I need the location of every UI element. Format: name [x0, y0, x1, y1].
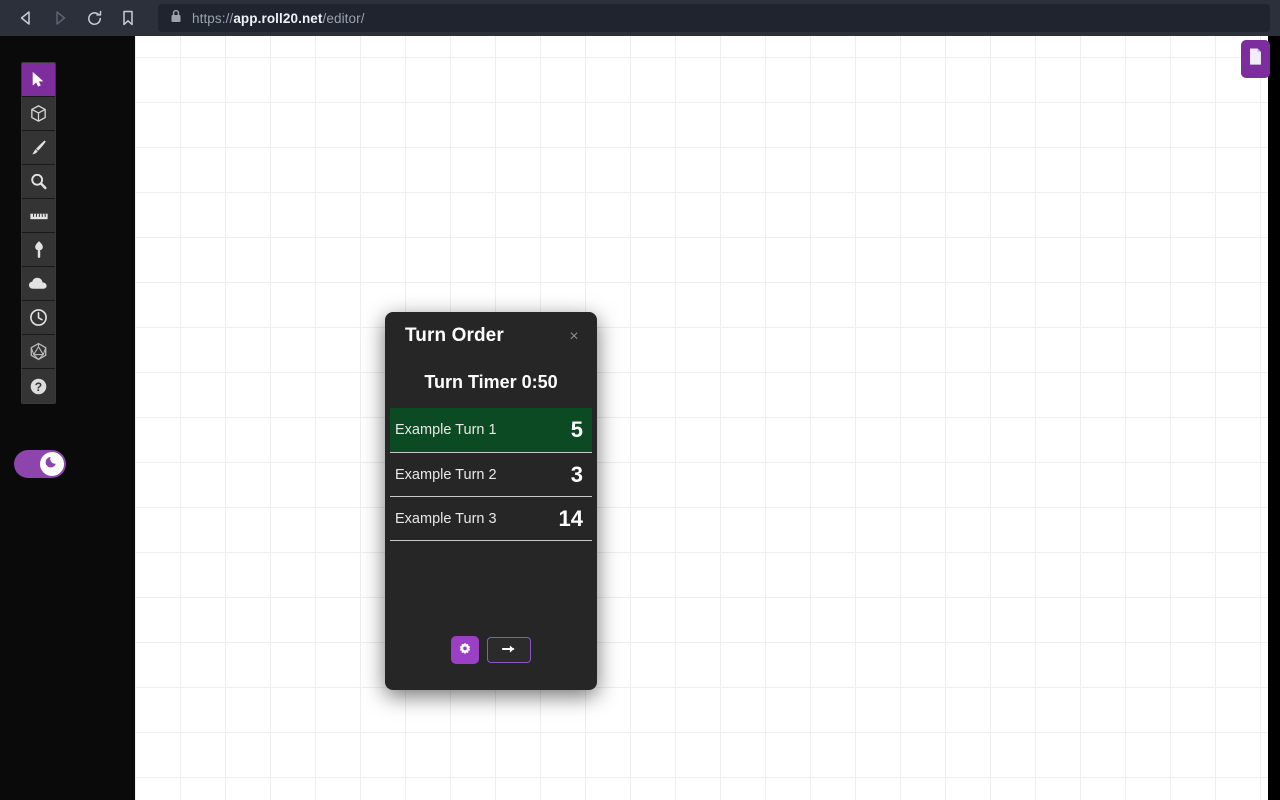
forward-arrow-icon — [51, 9, 69, 27]
app-viewport: ? Turn Order × Turn Timer 0:50 Example T… — [0, 36, 1280, 800]
arrow-right-icon — [501, 643, 517, 658]
cursor-arrow-icon — [30, 71, 47, 88]
dialog-titlebar[interactable]: Turn Order × — [385, 312, 597, 360]
ruler-icon — [29, 209, 49, 223]
sidebar-item-help[interactable]: ? — [22, 369, 55, 403]
svg-text:?: ? — [35, 379, 42, 393]
dark-mode-toggle[interactable] — [14, 450, 66, 478]
dialog-title: Turn Order — [405, 325, 504, 346]
cloud-icon — [28, 276, 49, 291]
browser-bookmark-button[interactable] — [112, 3, 144, 33]
turn-order-list: Example Turn 1 5 Example Turn 2 3 Exampl… — [390, 408, 592, 541]
turn-timer-label: Turn Timer 0:50 — [424, 371, 558, 392]
paintbrush-icon — [29, 138, 48, 157]
bookmark-icon — [119, 9, 137, 27]
moon-icon — [45, 454, 60, 474]
right-gutter — [1268, 36, 1280, 800]
sidebar-item-lighting[interactable] — [22, 233, 55, 267]
sidebar-item-dice[interactable] — [22, 335, 55, 369]
url-host: app.roll20.net — [233, 10, 323, 26]
dialog-footer — [385, 636, 597, 664]
url-bar[interactable]: https://app.roll20.net/editor/ — [158, 4, 1270, 32]
turn-initiative-value[interactable]: 14 — [559, 506, 589, 532]
map-canvas-grid[interactable] — [135, 36, 1268, 800]
url-scheme: https:// — [192, 10, 234, 26]
torch-icon — [31, 240, 47, 259]
sidebar-item-fog-of-war[interactable] — [22, 267, 55, 301]
left-sidebar: ? — [0, 36, 135, 800]
reload-icon — [85, 9, 104, 28]
close-icon[interactable]: × — [563, 326, 585, 348]
question-mark-icon: ? — [29, 377, 48, 396]
table-row[interactable]: Example Turn 3 14 — [390, 496, 592, 540]
turn-name: Example Turn 1 — [395, 422, 497, 438]
url-text: https://app.roll20.net/editor/ — [192, 11, 365, 26]
sidebar-item-zoom[interactable] — [22, 165, 55, 199]
page-document-icon — [1248, 47, 1263, 71]
turn-name: Example Turn 2 — [395, 466, 497, 483]
tool-palette: ? — [21, 62, 56, 404]
cube-icon — [29, 104, 48, 123]
turn-initiative-value[interactable]: 3 — [571, 462, 589, 488]
turn-initiative-value[interactable]: 5 — [571, 417, 589, 443]
url-path: /editor/ — [322, 10, 365, 26]
gear-icon — [458, 642, 472, 659]
browser-forward-button[interactable] — [44, 3, 76, 33]
settings-button[interactable] — [451, 636, 479, 664]
table-row[interactable]: Example Turn 1 5 — [390, 408, 592, 452]
clock-icon — [29, 308, 48, 327]
sidebar-item-shapes[interactable] — [22, 97, 55, 131]
table-row[interactable]: Example Turn 2 3 — [390, 452, 592, 496]
back-arrow-icon — [17, 9, 35, 27]
d20-dice-icon — [29, 342, 48, 361]
next-turn-button[interactable] — [487, 637, 531, 663]
sidebar-item-turn-order[interactable] — [22, 301, 55, 335]
browser-back-button[interactable] — [10, 3, 42, 33]
sidebar-item-measure[interactable] — [22, 199, 55, 233]
page-toolbar-button[interactable] — [1241, 40, 1270, 78]
lock-icon — [170, 9, 182, 28]
sidebar-item-select[interactable] — [22, 63, 55, 97]
turn-name: Example Turn 3 — [395, 510, 497, 527]
turn-order-dialog[interactable]: Turn Order × Turn Timer 0:50 Example Tur… — [385, 312, 597, 690]
sidebar-item-draw[interactable] — [22, 131, 55, 165]
browser-reload-button[interactable] — [78, 3, 110, 33]
toggle-knob — [40, 452, 64, 476]
browser-chrome: https://app.roll20.net/editor/ — [0, 0, 1280, 36]
magnifier-icon — [29, 172, 48, 191]
